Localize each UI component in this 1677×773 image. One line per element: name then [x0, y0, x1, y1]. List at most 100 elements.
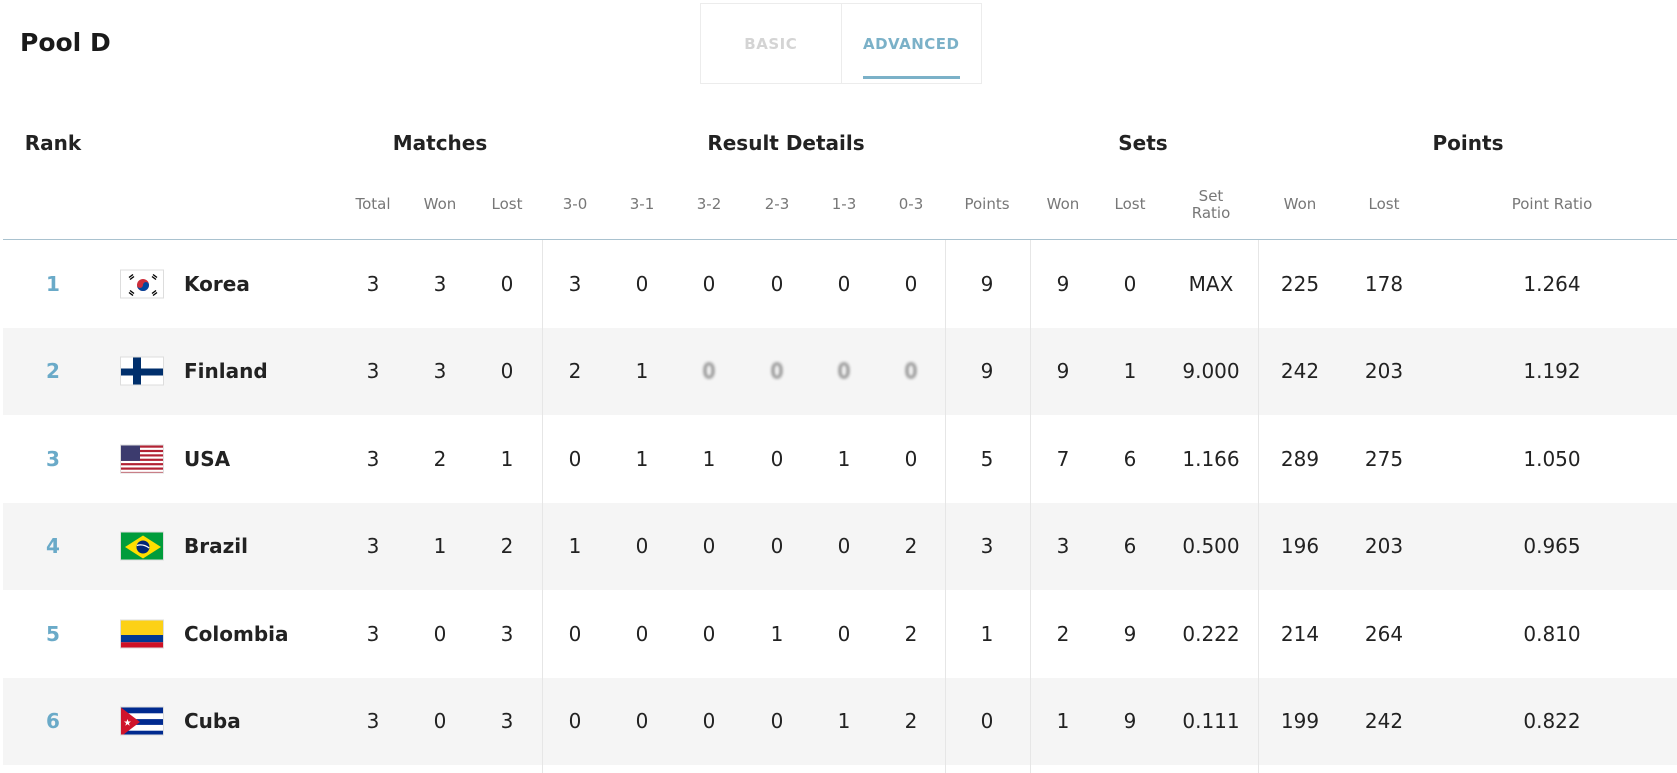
rank-cell: 3	[46, 446, 60, 471]
point-ratio-cell: 0.965	[1523, 534, 1581, 559]
result-points-cell: 0	[980, 709, 994, 734]
sets-won-cell: 2	[1056, 621, 1070, 646]
col-set-ratio-line1: Set	[1198, 187, 1224, 205]
country-name[interactable]: USA	[184, 447, 230, 471]
col-set-ratio[interactable]: Set Ratio	[1192, 188, 1231, 222]
result-3-2-cell: 1	[702, 446, 716, 471]
set-ratio-cell: 0.500	[1182, 534, 1240, 559]
sets-won-cell: 7	[1056, 446, 1070, 471]
country-name[interactable]: Korea	[184, 272, 250, 296]
result-3-2-cell: 0	[702, 359, 716, 384]
matches-total-cell: 3	[366, 621, 380, 646]
col-result-2-3[interactable]: 2-3	[765, 196, 790, 213]
matches-total-cell: 3	[366, 271, 380, 296]
result-1-3-cell: 0	[837, 359, 851, 384]
table-row[interactable]: 1 Korea 3 3 0 3 0 0 0 0 0 9 9 0 MAX 225 178 1.264	[3, 240, 1677, 328]
rank-cell: 2	[46, 359, 60, 384]
points-won-cell: 196	[1280, 534, 1320, 559]
result-2-3-cell: 0	[770, 534, 784, 559]
matches-won-cell: 3	[433, 359, 447, 384]
country-name[interactable]: Finland	[184, 359, 268, 383]
result-3-0-cell: 0	[568, 446, 582, 471]
result-3-1-cell: 0	[635, 709, 649, 734]
points-won-cell: 242	[1280, 359, 1320, 384]
country-name[interactable]: Cuba	[184, 709, 241, 733]
col-points-won[interactable]: Won	[1284, 196, 1317, 213]
tab-basic[interactable]: BASIC	[701, 4, 842, 83]
result-1-3-cell: 1	[837, 446, 851, 471]
col-result-points[interactable]: Points	[964, 196, 1009, 213]
set-ratio-cell: 0.222	[1182, 621, 1240, 646]
result-points-cell: 5	[980, 446, 994, 471]
result-points-cell: 9	[980, 271, 994, 296]
result-points-cell: 3	[980, 534, 994, 559]
point-ratio-cell: 1.192	[1523, 359, 1581, 384]
result-0-3-cell: 2	[904, 621, 918, 646]
result-3-1-cell: 1	[635, 446, 649, 471]
tab-advanced[interactable]: ADVANCED	[842, 4, 982, 83]
points-lost-cell: 178	[1364, 271, 1404, 296]
result-1-3-cell: 0	[837, 534, 851, 559]
table-row[interactable]: 3 USA 3 2 1 0 1 1 0 1 0 5 7 6 1.166 289 275 1.050	[3, 415, 1677, 503]
sets-lost-cell: 6	[1123, 534, 1137, 559]
result-3-1-cell: 0	[635, 621, 649, 646]
col-result-3-2[interactable]: 3-2	[697, 196, 722, 213]
table-row[interactable]: 5 Colombia 3 0 3 0 0 0 1 0 2 1 2 9 0.222 214 264 0.810	[3, 590, 1677, 678]
pool-title: Pool D	[20, 28, 111, 57]
column-divider	[542, 240, 543, 773]
result-1-3-cell: 1	[837, 709, 851, 734]
table-row[interactable]: 2 Finland 3 3 0 2 1 0 0 0 0 9 9 1 9.000 242 203 1.192	[3, 327, 1677, 415]
result-points-cell: 1	[980, 621, 994, 646]
cuba-flag-icon	[120, 706, 164, 736]
result-points-cell: 9	[980, 359, 994, 384]
result-2-3-cell: 1	[770, 621, 784, 646]
matches-won-cell: 0	[433, 709, 447, 734]
result-1-3-cell: 0	[837, 621, 851, 646]
matches-won-cell: 0	[433, 621, 447, 646]
matches-total-cell: 3	[366, 709, 380, 734]
sets-lost-cell: 1	[1123, 359, 1137, 384]
result-3-2-cell: 0	[702, 271, 716, 296]
result-3-2-cell: 0	[702, 534, 716, 559]
col-result-0-3[interactable]: 0-3	[899, 196, 924, 213]
result-details-header: Result Details	[707, 131, 865, 155]
result-0-3-cell: 2	[904, 534, 918, 559]
point-ratio-cell: 1.050	[1523, 446, 1581, 471]
col-result-3-1[interactable]: 3-1	[630, 196, 655, 213]
points-lost-cell: 203	[1364, 359, 1404, 384]
col-matches-total[interactable]: Total	[355, 196, 390, 213]
col-points-lost[interactable]: Lost	[1369, 196, 1400, 213]
result-1-3-cell: 0	[837, 271, 851, 296]
set-ratio-cell: 0.111	[1182, 709, 1240, 734]
country-name[interactable]: Colombia	[184, 622, 289, 646]
country-name[interactable]: Brazil	[184, 534, 248, 558]
col-matches-lost[interactable]: Lost	[492, 196, 523, 213]
col-sets-lost[interactable]: Lost	[1115, 196, 1146, 213]
col-sets-won[interactable]: Won	[1047, 196, 1080, 213]
col-result-1-3[interactable]: 1-3	[832, 196, 857, 213]
col-result-3-0[interactable]: 3-0	[563, 196, 588, 213]
sets-lost-cell: 9	[1123, 709, 1137, 734]
colombia-flag-icon	[120, 619, 164, 649]
table-row[interactable]: 6 Cuba 3 0 3 0 0 0 0 1 2 0 1 9 0.111 199 242 0.822	[3, 677, 1677, 765]
points-won-cell: 225	[1280, 271, 1320, 296]
col-set-ratio-line2: Ratio	[1191, 204, 1231, 222]
points-header: Points	[1432, 131, 1504, 155]
sets-lost-cell: 9	[1123, 621, 1137, 646]
result-2-3-cell: 0	[770, 446, 784, 471]
result-0-3-cell: 0	[904, 446, 918, 471]
matches-total-cell: 3	[366, 446, 380, 471]
point-ratio-cell: 1.264	[1523, 271, 1581, 296]
result-3-1-cell: 1	[635, 359, 649, 384]
points-won-cell: 214	[1280, 621, 1320, 646]
matches-won-cell: 2	[433, 446, 447, 471]
col-point-ratio[interactable]: Point Ratio	[1512, 196, 1593, 213]
brazil-flag-icon	[120, 531, 164, 561]
sets-won-cell: 1	[1056, 709, 1070, 734]
set-ratio-cell: 1.166	[1182, 446, 1240, 471]
table-row[interactable]: 4 Brazil 3 1 2 1 0 0 0 0 2 3 3 6 0.500 196 203 0.965	[3, 502, 1677, 590]
sets-won-cell: 3	[1056, 534, 1070, 559]
result-3-1-cell: 0	[635, 534, 649, 559]
matches-total-cell: 3	[366, 534, 380, 559]
col-matches-won[interactable]: Won	[424, 196, 457, 213]
